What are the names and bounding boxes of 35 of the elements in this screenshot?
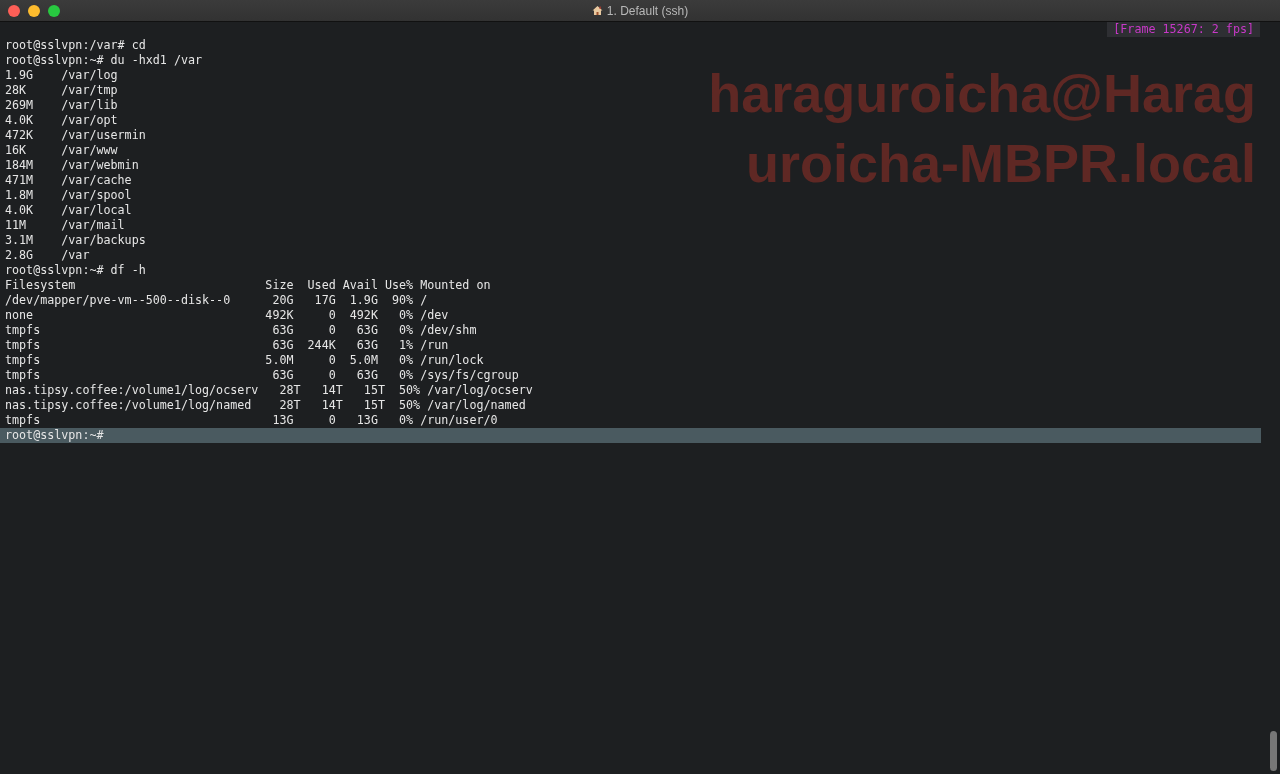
- close-button[interactable]: [8, 4, 20, 17]
- terminal-line: 4.0K /var/local: [4, 203, 133, 218]
- minimize-button[interactable]: [28, 4, 40, 17]
- terminal-line: tmpfs 63G 244K 63G 1% /run: [4, 338, 450, 353]
- terminal-line: 471M /var/cache: [4, 173, 133, 188]
- terminal-line: nas.tipsy.coffee:/volume1/log/named 28T 14T 15T 50% /var/log/named: [4, 398, 527, 413]
- terminal-line: 2.8G /var: [4, 248, 91, 263]
- terminal-line: 11M /var/mail: [4, 218, 126, 233]
- terminal-line: /dev/mapper/pve-vm--500--disk--0 20G 17G 1.9G 90% /: [4, 293, 429, 308]
- terminal-line: tmpfs 5.0M 0 5.0M 0% /run/lock: [4, 353, 485, 368]
- terminal-line: 4.0K /var/opt: [4, 113, 119, 128]
- terminal-line: tmpfs 63G 0 63G 0% /dev/shm: [4, 323, 478, 338]
- terminal-line: Filesystem Size Used Avail Use% Mounted on: [4, 278, 492, 293]
- terminal-line: 184M /var/webmin: [4, 158, 140, 173]
- terminal-line: 16K /var/www: [4, 143, 119, 158]
- maximize-button[interactable]: [48, 4, 60, 17]
- terminal-line: 3.1M /var/backups: [4, 233, 147, 248]
- terminal-line: 472K /var/usermin: [4, 128, 147, 143]
- terminal-line: root@sslvpn:~# df -h: [4, 263, 147, 278]
- terminal-line: tmpfs 63G 0 63G 0% /sys/fs/cgroup: [4, 368, 520, 383]
- house-icon: [591, 5, 603, 16]
- terminal-line: 1.9G /var/log: [4, 68, 119, 83]
- terminal-line: 1.8M /var/spool: [4, 188, 133, 203]
- frame-indicator: [Frame 15267: 2 fps]: [1107, 22, 1260, 37]
- terminal-line: root@sslvpn:~# du -hxd1 /var: [4, 53, 204, 68]
- terminal-line: 269M /var/lib: [4, 98, 119, 113]
- terminal-line: root@sslvpn:/var# cd: [4, 38, 147, 53]
- terminal-line: 28K /var/tmp: [4, 83, 119, 98]
- terminal-line: nas.tipsy.coffee:/volume1/log/ocserv 28T 14T 15T 50% /var/log/ocserv: [4, 383, 534, 398]
- badge-text: uroicha-MBPR.local: [745, 132, 1256, 195]
- terminal-line: none 492K 0 492K 0% /dev: [4, 308, 450, 323]
- badge-text: haraguroicha@Harag: [708, 62, 1256, 125]
- scroll-thumb[interactable]: [1270, 731, 1277, 771]
- window-title: 1. Default (ssh): [606, 3, 689, 18]
- terminal-line: tmpfs 13G 0 13G 0% /run/user/0: [4, 413, 499, 428]
